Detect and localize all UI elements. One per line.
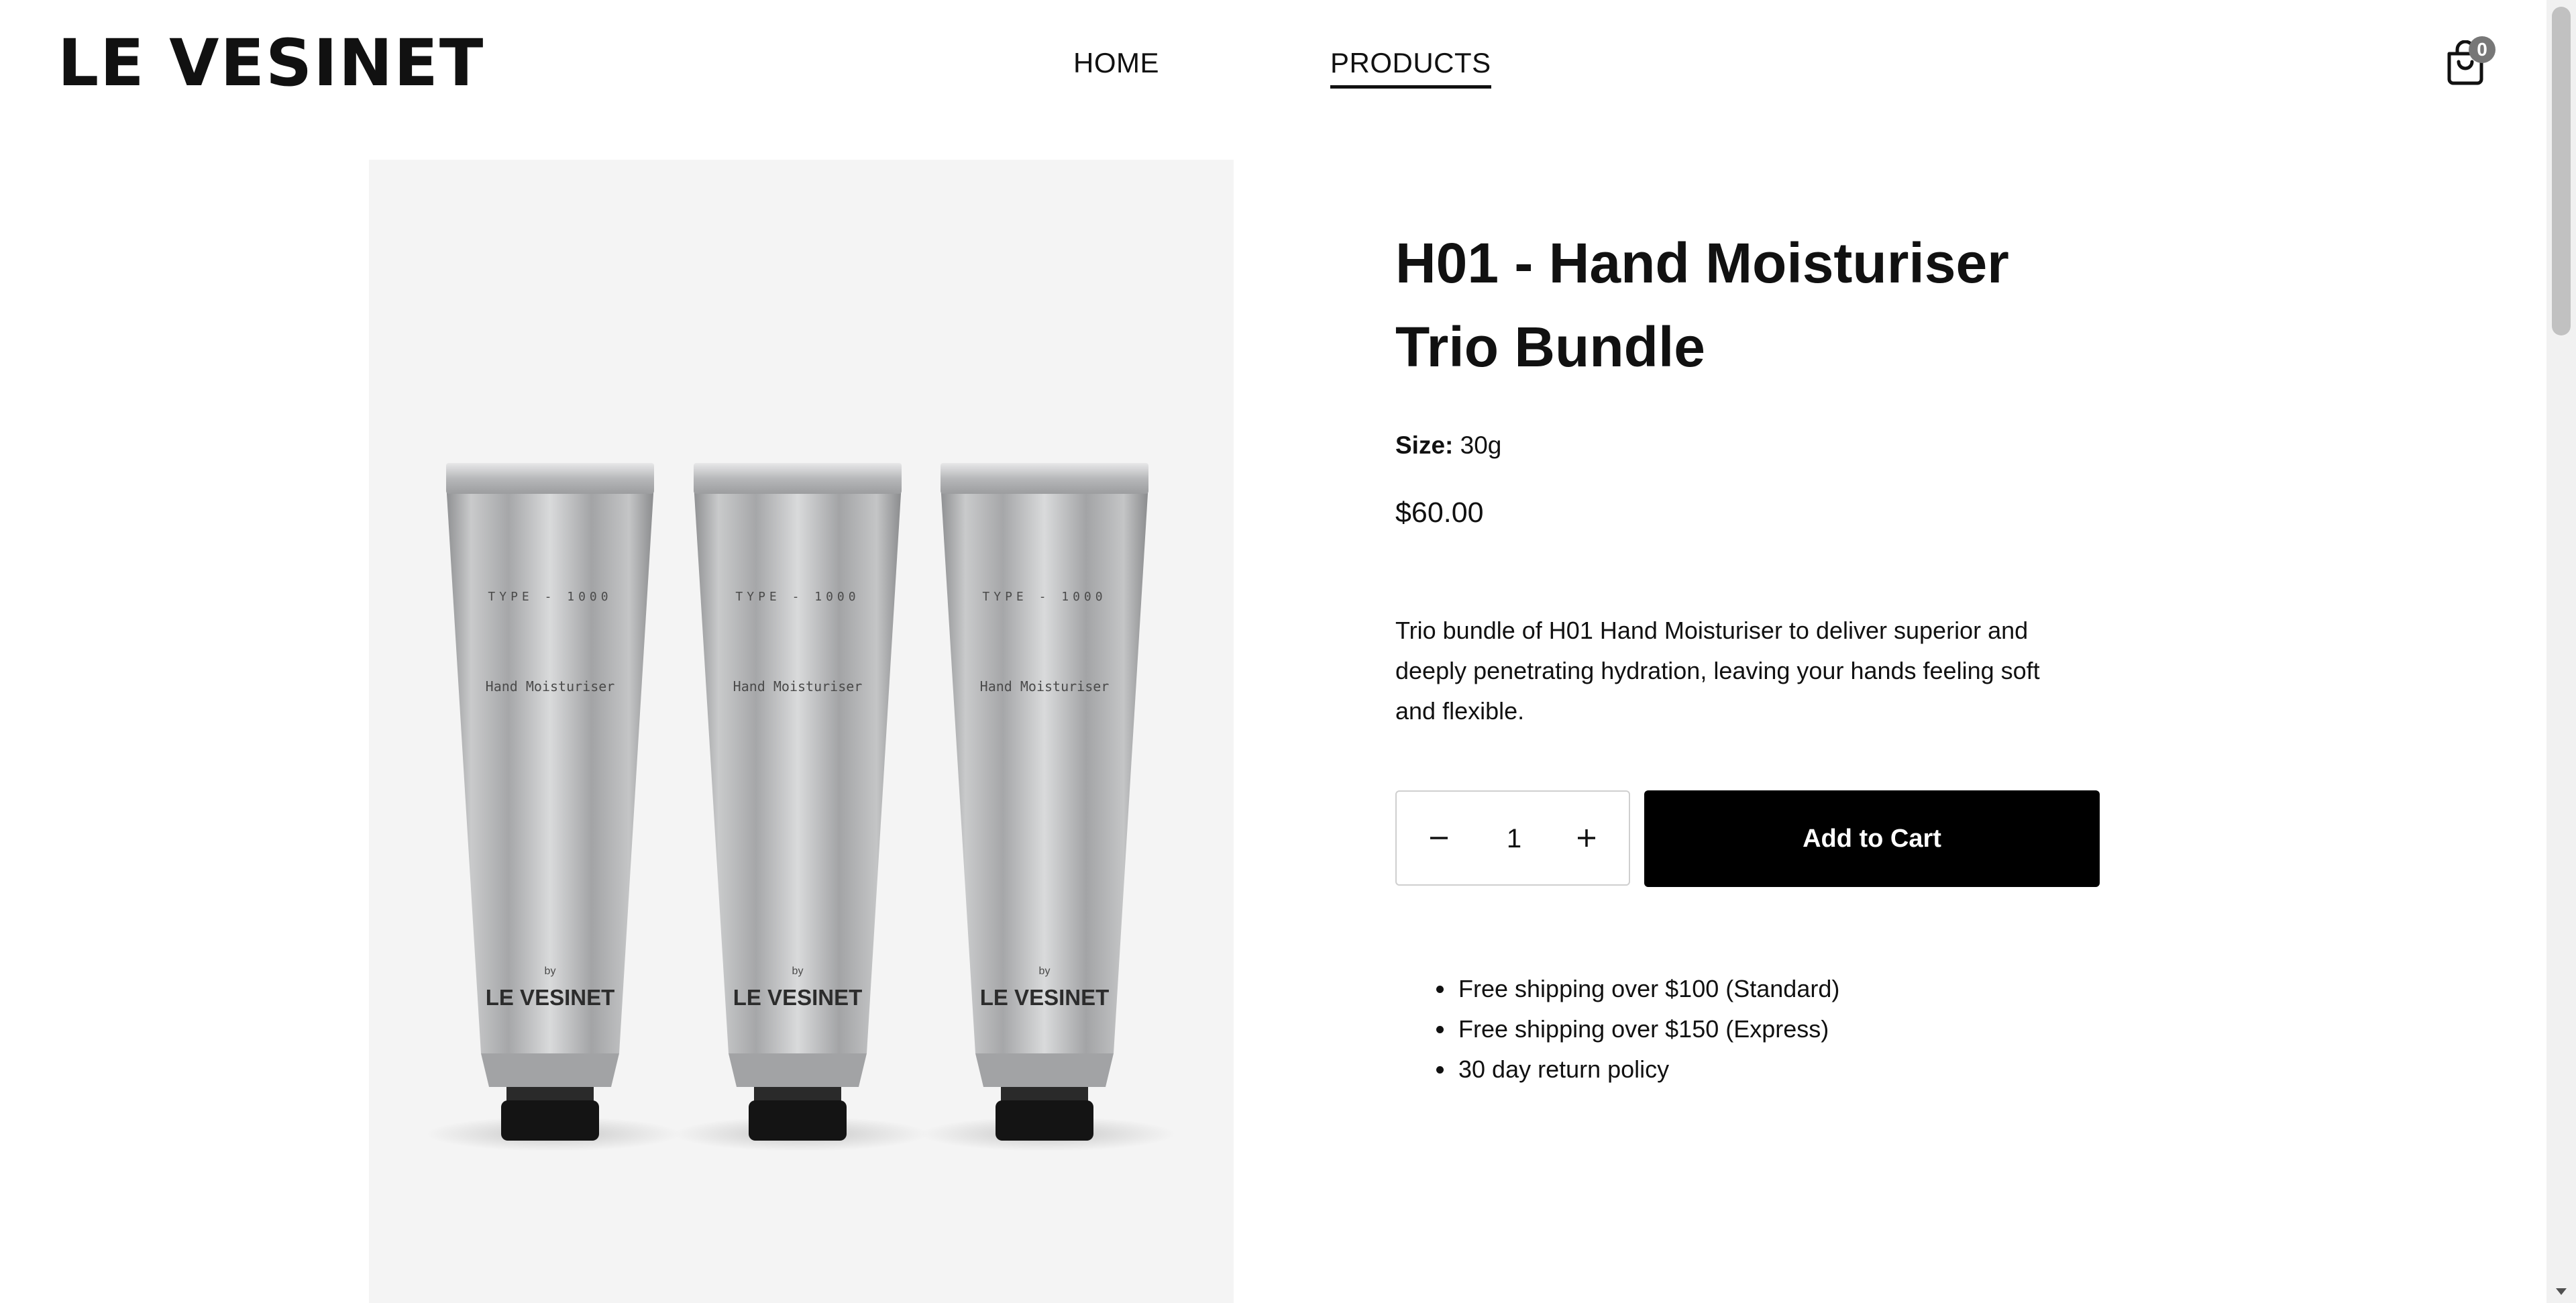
tube-3: TYPE - 1000 Hand Moisturiser by LE VESIN…: [920, 463, 1175, 1151]
product-image: TYPE - 1000 Hand Moisturiser by LE VESIN…: [369, 160, 1234, 1303]
site-header: LE VESINET HOME PRODUCTS 0: [0, 0, 2546, 127]
nav-home-link[interactable]: HOME: [1073, 44, 1159, 82]
decrease-quantity-button[interactable]: [1402, 792, 1476, 884]
increase-quantity-button[interactable]: [1550, 792, 1623, 884]
svg-text:by: by: [792, 966, 804, 977]
size-value: 30g: [1460, 431, 1502, 459]
quantity-input[interactable]: [1470, 792, 1558, 886]
svg-text:LE VESINET: LE VESINET: [980, 985, 1110, 1010]
tube-1: TYPE - 1000 Hand Moisturiser by LE VESIN…: [426, 463, 681, 1151]
page-scrollbar[interactable]: [2546, 0, 2576, 1303]
svg-text:Hand Moisturiser: Hand Moisturiser: [980, 678, 1110, 694]
list-item: Free shipping over $150 (Express): [1456, 1009, 2106, 1049]
product-description: Trio bundle of H01 Hand Moisturiser to d…: [1395, 617, 2040, 725]
cart-count-badge: 0: [2469, 36, 2496, 63]
product-price: $60.00: [1395, 497, 1484, 529]
list-item: 30 day return policy: [1456, 1049, 2106, 1090]
product-info: H01 - Hand Moisturiser Trio Bundle Size:…: [1395, 221, 2106, 1090]
size-label: Size:: [1395, 431, 1454, 459]
svg-text:by: by: [545, 966, 556, 977]
minus-icon: [1430, 837, 1448, 839]
purchase-controls: Add to Cart: [1395, 790, 2106, 887]
svg-text:TYPE - 1000: TYPE - 1000: [982, 590, 1106, 604]
svg-text:by: by: [1039, 966, 1051, 977]
svg-text:LE VESINET: LE VESINET: [486, 985, 615, 1010]
svg-text:Hand Moisturiser: Hand Moisturiser: [486, 678, 615, 694]
size-row: Size: 30g: [1395, 429, 2106, 462]
svg-text:LE VESINET: LE VESINET: [733, 985, 863, 1010]
plus-icon: [1578, 829, 1595, 847]
product-title-line-1: H01 - Hand Moisturiser: [1395, 231, 2009, 295]
product-page: LE VESINET HOME PRODUCTS 0 TYPE - 1000 H…: [0, 0, 2576, 1303]
perks-list: Free shipping over $100 (Standard) Free …: [1395, 969, 2106, 1090]
add-to-cart-button[interactable]: Add to Cart: [1644, 790, 2100, 887]
svg-text:TYPE - 1000: TYPE - 1000: [735, 590, 859, 604]
svg-text:TYPE - 1000: TYPE - 1000: [488, 590, 612, 604]
tube-2: TYPE - 1000 Hand Moisturiser by LE VESIN…: [674, 463, 928, 1151]
nav-products-link[interactable]: PRODUCTS: [1330, 44, 1491, 89]
product-title-line-2: Trio Bundle: [1395, 315, 1705, 378]
quantity-stepper: [1395, 790, 1630, 886]
scrollbar-thumb[interactable]: [2552, 7, 2571, 335]
product-title: H01 - Hand Moisturiser Trio Bundle: [1395, 221, 2106, 389]
brand-logo[interactable]: LE VESINET: [58, 27, 484, 99]
scroll-down-arrow[interactable]: [2546, 1282, 2576, 1302]
list-item: Free shipping over $100 (Standard): [1456, 969, 2106, 1009]
svg-text:Hand Moisturiser: Hand Moisturiser: [733, 678, 863, 694]
